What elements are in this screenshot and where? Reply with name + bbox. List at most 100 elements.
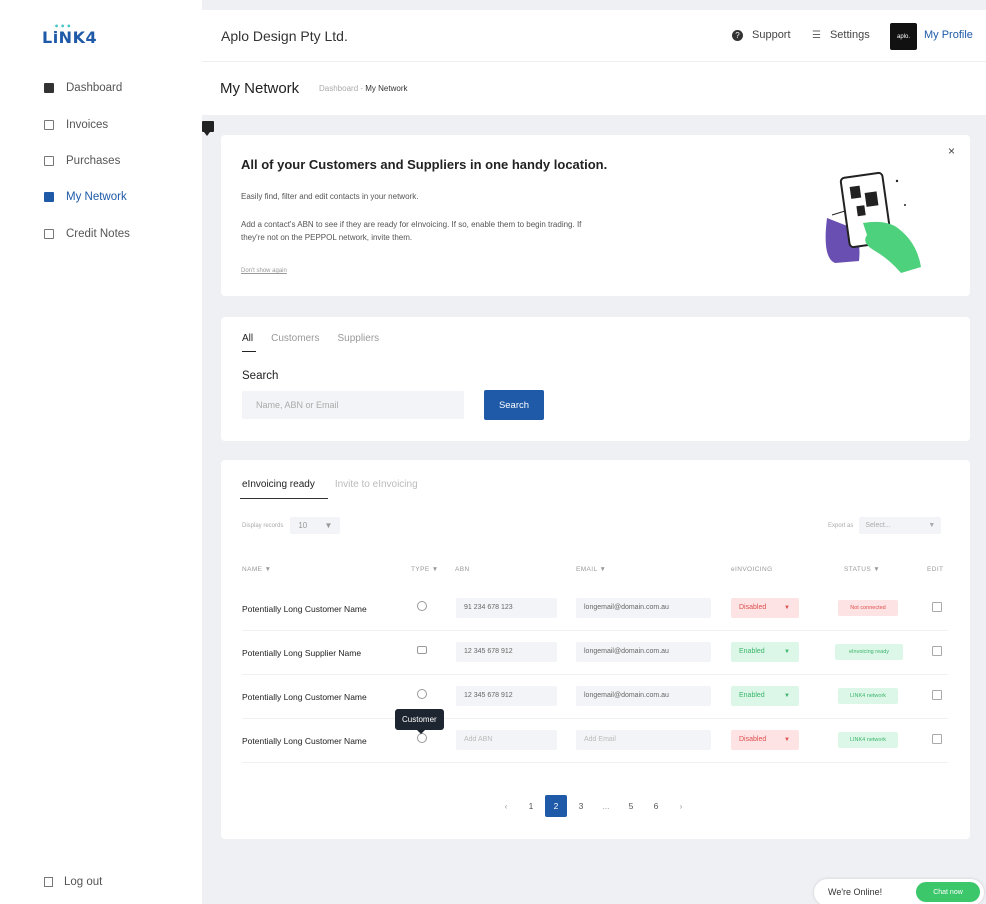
logout-button[interactable]: Log out — [44, 876, 102, 888]
table-row: Potentially Long Customer Name 91 234 67… — [242, 587, 948, 631]
sidebar-item-label: Credit Notes — [66, 228, 130, 240]
einvoicing-value: Enabled — [739, 692, 765, 699]
tab-customers[interactable]: Customers — [271, 333, 319, 344]
logout-label: Log out — [64, 876, 103, 888]
email-field[interactable]: longemail@domain.com.au — [576, 642, 711, 662]
einvoicing-select[interactable]: Disabled ▼ — [731, 598, 799, 618]
sidebar-item-purchases[interactable]: Purchases — [44, 152, 120, 170]
display-records-label: Display records — [242, 522, 284, 529]
status-badge: Not connected — [838, 600, 898, 616]
customer-icon[interactable] — [417, 733, 427, 743]
banner-heading: All of your Customers and Suppliers in o… — [241, 157, 608, 172]
credit-notes-icon — [44, 229, 54, 239]
sidebar-item-credit-notes[interactable]: Credit Notes — [44, 225, 130, 243]
col-status[interactable]: STATUS ▼ — [844, 566, 880, 573]
status-badge: LINK4 network — [838, 732, 898, 748]
sidebar-item-my-network[interactable]: My Network — [44, 188, 127, 206]
comment-icon[interactable] — [202, 121, 214, 136]
chat-status: We're Online! — [828, 887, 883, 897]
prev-page-button[interactable]: ‹ — [495, 795, 517, 817]
network-icon — [44, 192, 54, 202]
einvoicing-select[interactable]: Enabled ▼ — [731, 686, 799, 706]
banner-text-1: Easily find, filter and edit contacts in… — [241, 192, 419, 201]
email-field[interactable]: longemail@domain.com.au — [576, 598, 711, 618]
contact-name[interactable]: Potentially Long Customer Name — [242, 736, 367, 746]
col-einvoicing: eINVOICING — [731, 566, 773, 573]
table-row: Potentially Long Customer Name 12 345 67… — [242, 675, 948, 719]
abn-field[interactable]: Add ABN — [456, 730, 557, 750]
page-6-button[interactable]: 6 — [645, 795, 667, 817]
tab-suppliers[interactable]: Suppliers — [337, 333, 379, 344]
sidebar-item-dashboard[interactable]: Dashboard — [44, 79, 122, 97]
chat-now-button[interactable]: Chat now — [916, 882, 980, 902]
dashboard-icon — [44, 83, 54, 93]
edit-icon[interactable] — [932, 690, 942, 700]
edit-icon[interactable] — [932, 602, 942, 612]
logo[interactable]: ••• LiNK4 — [42, 22, 97, 47]
customer-icon — [417, 689, 427, 699]
page-2-button[interactable]: 2 — [545, 795, 567, 817]
tab-invite-to-einvoicing[interactable]: Invite to eInvoicing — [335, 479, 418, 490]
einvoicing-value: Enabled — [739, 648, 765, 655]
einvoicing-value: Disabled — [739, 736, 767, 743]
export-select[interactable]: Select... ▼ — [859, 517, 942, 534]
breadcrumb-dashboard[interactable]: Dashboard — [319, 84, 358, 93]
tab-einvoicing-ready[interactable]: eInvoicing ready — [240, 479, 328, 499]
abn-field[interactable]: 12 345 678 912 — [456, 686, 557, 706]
search-label: Search — [242, 370, 279, 382]
dont-show-again-link[interactable]: Don't show again — [241, 268, 287, 274]
logout-icon — [44, 877, 53, 887]
edit-icon[interactable] — [932, 646, 942, 656]
display-records-select[interactable]: 10 ▼ — [290, 517, 341, 534]
purchases-icon — [44, 156, 54, 166]
page-1-button[interactable]: 1 — [520, 795, 542, 817]
export-label: Export as — [828, 522, 854, 529]
filter-card: All Customers Suppliers Search Search — [221, 317, 970, 441]
customer-icon — [417, 601, 427, 611]
caret-down-icon: ▼ — [784, 605, 790, 611]
caret-down-icon: ▼ — [324, 521, 333, 530]
export-as: Export as Select... ▼ — [828, 517, 942, 534]
sliders-icon: ☰ — [812, 29, 821, 41]
company-name: Aplo Design Pty Ltd. — [221, 28, 348, 44]
einvoicing-select[interactable]: Disabled ▼ — [731, 730, 799, 750]
settings-link[interactable]: ☰ Settings — [812, 29, 870, 41]
phone-hands-illustration — [825, 171, 921, 273]
col-type[interactable]: TYPE ▼ — [411, 566, 439, 573]
caret-down-icon: ▼ — [784, 649, 790, 655]
sidebar-item-invoices[interactable]: Invoices — [44, 116, 108, 134]
close-icon[interactable]: × — [948, 144, 955, 158]
logo-dots: ••• — [54, 22, 73, 31]
contact-name[interactable]: Potentially Long Supplier Name — [242, 648, 361, 658]
display-records-value: 10 — [298, 521, 308, 530]
my-profile-link[interactable]: My Profile — [924, 29, 973, 41]
col-abn: ABN — [455, 566, 470, 573]
contact-name[interactable]: Potentially Long Customer Name — [242, 692, 367, 702]
page-5-button[interactable]: 5 — [620, 795, 642, 817]
invoice-icon — [44, 120, 54, 130]
col-edit: EDIT — [927, 566, 944, 573]
email-field[interactable]: longemail@domain.com.au — [576, 686, 711, 706]
help-icon: ? — [732, 29, 743, 41]
col-email[interactable]: EMAIL ▼ — [576, 566, 606, 573]
einvoicing-select[interactable]: Enabled ▼ — [731, 642, 799, 662]
search-input[interactable] — [242, 391, 464, 419]
email-field[interactable]: Add Email — [576, 730, 711, 750]
breadcrumb-current: My Network — [365, 84, 408, 93]
caret-down-icon: ▼ — [784, 693, 790, 699]
contacts-table-card: eInvoicing ready Invite to eInvoicing Di… — [221, 460, 970, 839]
support-link[interactable]: ? Support — [732, 29, 791, 41]
edit-icon[interactable] — [932, 734, 942, 744]
einvoicing-tabs: eInvoicing ready Invite to eInvoicing — [240, 479, 438, 499]
abn-field[interactable]: 12 345 678 912 — [456, 642, 557, 662]
page-3-button[interactable]: 3 — [570, 795, 592, 817]
abn-field[interactable]: 91 234 678 123 — [456, 598, 557, 618]
table-row: Potentially Long Customer Name Add ABN A… — [242, 719, 948, 763]
next-page-button[interactable]: › — [670, 795, 692, 817]
search-button[interactable]: Search — [484, 390, 544, 420]
contact-name[interactable]: Potentially Long Customer Name — [242, 604, 367, 614]
col-name[interactable]: NAME ▼ — [242, 566, 271, 573]
avatar[interactable]: aplo. — [890, 23, 917, 50]
tab-all[interactable]: All — [242, 333, 257, 352]
sidebar-item-label: Purchases — [66, 155, 121, 167]
